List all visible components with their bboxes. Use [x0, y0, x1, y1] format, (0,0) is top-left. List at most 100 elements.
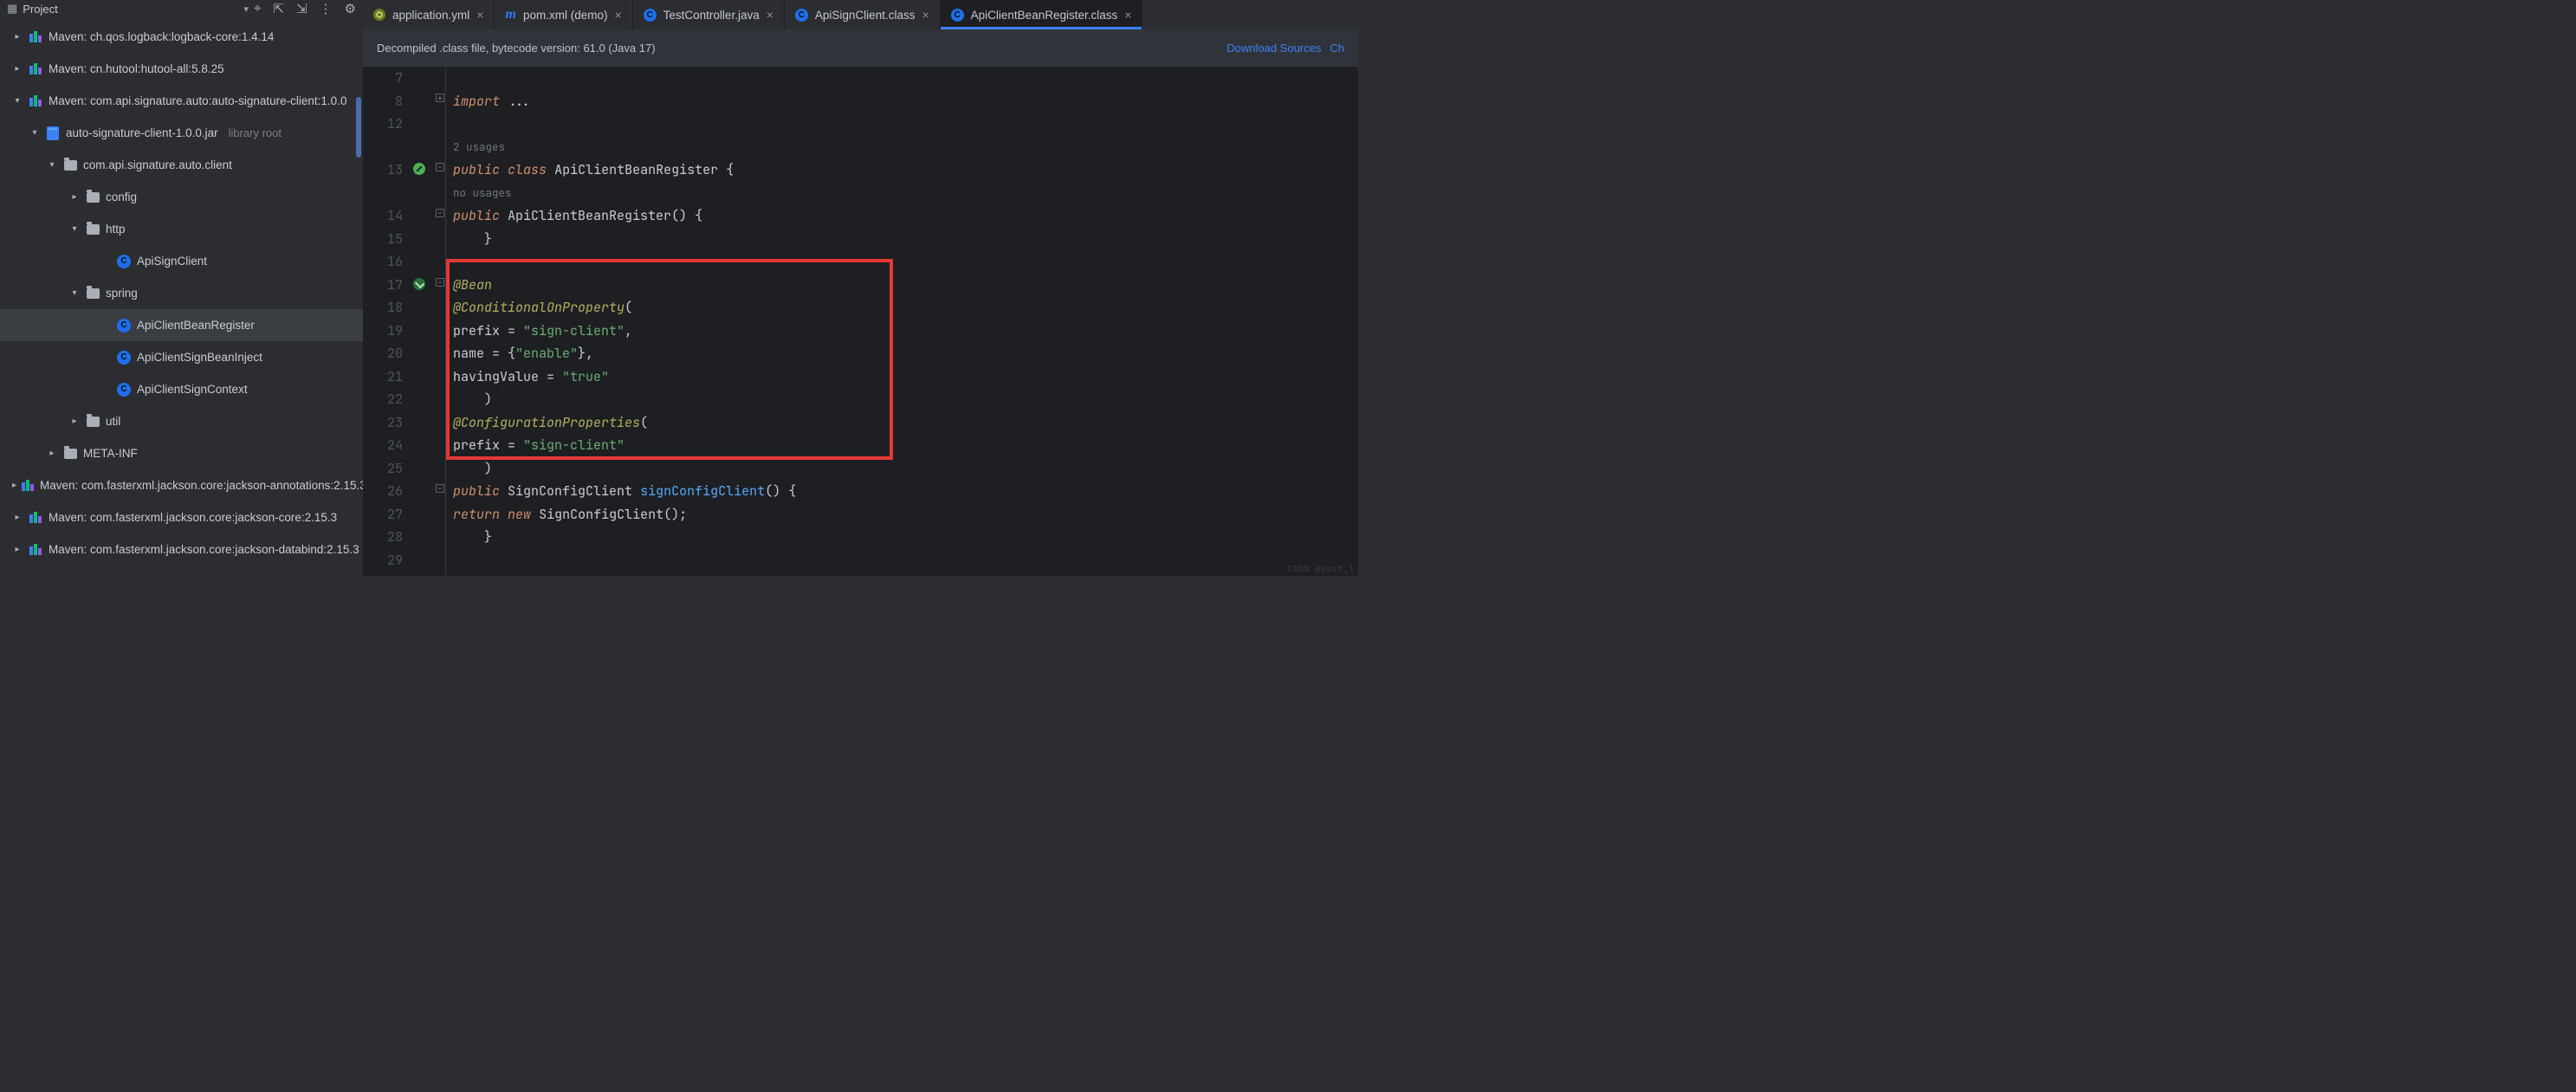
editor-pane: application.yml×mpom.xml (demo)×CTestCon… [363, 0, 1358, 576]
close-icon[interactable]: × [922, 8, 929, 22]
line-number: 8 [363, 90, 403, 113]
tree-arrow[interactable]: ▸ [69, 192, 80, 202]
download-sources-link[interactable]: Download Sources [1227, 42, 1321, 55]
tree-suffix: library root [229, 126, 282, 139]
chevron-down-icon[interactable]: ▾ [243, 3, 249, 15]
jar-icon [47, 126, 59, 140]
tree-row[interactable]: CApiClientSignContext [0, 373, 363, 405]
tree-label: ApiSignClient [137, 255, 207, 268]
fold-collapse-icon[interactable]: − [436, 278, 444, 287]
line-number: 7 [363, 67, 403, 90]
tree-arrow[interactable]: ▸ [47, 449, 57, 458]
tree-row[interactable]: C ApiClientBeanRegister [0, 309, 363, 341]
keyword-import: import [453, 93, 500, 110]
tree-arrow[interactable]: ▾ [69, 288, 80, 298]
editor-tab[interactable]: CApiClientBeanRegister.class× [941, 0, 1143, 29]
tree-row[interactable]: ▾auto-signature-client-1.0.0.jarlibrary … [0, 117, 363, 149]
fold-collapse-icon[interactable]: − [436, 209, 444, 217]
tree-arrow[interactable]: ▾ [29, 128, 40, 138]
tree-row[interactable]: ▸ Maven: com.fasterxml.jackson.core:jacks… [0, 533, 363, 565]
tree-row[interactable]: CApiClientSignBeanInject [0, 341, 363, 373]
tree-arrow[interactable]: ▸ [12, 32, 23, 42]
tree-row[interactable]: ▾spring [0, 277, 363, 309]
folder-icon [87, 288, 100, 299]
annotation-configprops: @ConfigurationProperties [453, 414, 640, 431]
tree-row[interactable]: ▾ com.api.signature.auto.client [0, 149, 363, 181]
tree-row[interactable]: ▾Maven: com.api.signature.auto:auto-sign… [0, 85, 363, 117]
class-icon: C [117, 255, 131, 268]
editor-tab[interactable]: application.yml× [363, 0, 495, 29]
tree-label: Maven: cn.hutool:hutool-all:5.8.25 [49, 62, 224, 75]
tree-label: META-INF [83, 447, 138, 460]
line-number: 19 [363, 320, 403, 343]
tree-label: Maven: ch.qos.logback:logback-core:1.4.1… [49, 30, 274, 43]
tab-label: ApiSignClient.class [815, 9, 916, 22]
tree-row[interactable]: ▸Maven: com.fasterxml.jackson.datatype:j… [0, 565, 363, 576]
close-icon[interactable]: × [614, 8, 621, 22]
gear-icon[interactable]: ⚙ [345, 1, 356, 16]
tree-arrow[interactable]: ▸ [12, 64, 23, 74]
line-number: 27 [363, 503, 403, 527]
editor-tab[interactable]: CApiSignClient.class× [785, 0, 941, 29]
line-number: 17 [363, 274, 403, 297]
tree-arrow[interactable]: ▸ [12, 481, 16, 490]
tree-label: ApiClientBeanRegister [137, 319, 255, 332]
close-icon[interactable]: × [1124, 8, 1131, 22]
fold-column[interactable]: + − − − − [436, 67, 446, 576]
fold-collapse-icon[interactable]: − [436, 484, 444, 493]
editor-tab[interactable]: mpom.xml (demo)× [495, 0, 632, 29]
maven-icon [29, 31, 42, 42]
fold-collapse-icon[interactable]: − [436, 163, 444, 171]
tree-row[interactable]: ▸config [0, 181, 363, 213]
tree-row[interactable]: C ApiSignClient [0, 245, 363, 277]
tree-row[interactable]: ▸ Maven: ch.qos.logback:logback-core:1.4.… [0, 21, 363, 53]
select-opened-icon[interactable]: ⌖ [254, 1, 261, 16]
tree-arrow[interactable]: ▾ [47, 160, 57, 170]
tree-arrow[interactable]: ▾ [69, 224, 80, 234]
tree-label: com.api.signature.auto.client [83, 158, 232, 171]
maven-icon [29, 512, 42, 523]
expand-icon[interactable]: ⇱ [273, 1, 284, 16]
tree-arrow[interactable]: ▸ [12, 545, 23, 554]
implementation-gutter-icon[interactable] [413, 277, 427, 291]
line-number: 22 [363, 388, 403, 411]
code-content[interactable]: import ... 2 usages public class ApiClie… [446, 67, 1358, 576]
project-tree[interactable]: ▸ Maven: ch.qos.logback:logback-core:1.4.… [0, 17, 363, 576]
tree-label: Maven: com.fasterxml.jackson.core:jackso… [49, 543, 359, 556]
line-number: 25 [363, 457, 403, 481]
folder-icon [87, 192, 100, 203]
collapse-icon[interactable]: ⇲ [296, 1, 307, 16]
tree-label: Maven: com.fasterxml.jackson.core:jackso… [49, 511, 337, 524]
maven-icon [22, 480, 35, 491]
code-area[interactable]: 78121314151617181920212223242526272829 +… [363, 67, 1358, 576]
class-icon: C [117, 319, 131, 333]
editor-tabs: application.yml×mpom.xml (demo)×CTestCon… [363, 0, 1358, 29]
usages-hint[interactable]: no usages [453, 185, 512, 200]
bean-gutter-icon[interactable] [413, 162, 427, 176]
tree-row[interactable]: ▸Maven: com.fasterxml.jackson.core:jacks… [0, 469, 363, 501]
editor-tab[interactable]: CTestController.java× [633, 0, 785, 29]
tree-row[interactable]: ▸ Maven: com.fasterxml.jackson.core:jacks… [0, 501, 363, 533]
tree-arrow[interactable]: ▾ [12, 96, 23, 106]
fold-expand-icon[interactable]: + [436, 94, 444, 102]
project-icon: ▦ [7, 2, 17, 16]
close-icon[interactable]: × [767, 8, 773, 22]
maven-m-icon: m [505, 7, 515, 23]
tree-row[interactable]: ▾http [0, 213, 363, 245]
choose-sources-link[interactable]: Ch [1330, 42, 1344, 55]
tree-row[interactable]: ▸util [0, 405, 363, 437]
maven-icon [29, 95, 42, 107]
annotation-conditional: @ConditionalOnProperty [453, 299, 625, 316]
line-number: 24 [363, 434, 403, 457]
tree-arrow[interactable]: ▸ [12, 513, 23, 522]
line-number: 18 [363, 296, 403, 320]
tree-row[interactable]: ▸ Maven: cn.hutool:hutool-all:5.8.25 [0, 53, 363, 85]
tree-arrow[interactable]: ▸ [69, 417, 80, 426]
settings-icon[interactable]: ⋮ [320, 1, 333, 16]
close-icon[interactable]: × [476, 8, 483, 22]
yaml-icon [373, 9, 385, 21]
scrollbar-thumb[interactable] [356, 97, 361, 158]
tree-row[interactable]: ▸ META-INF [0, 437, 363, 469]
class-icon: C [117, 383, 131, 397]
usages-hint[interactable]: 2 usages [453, 139, 505, 154]
